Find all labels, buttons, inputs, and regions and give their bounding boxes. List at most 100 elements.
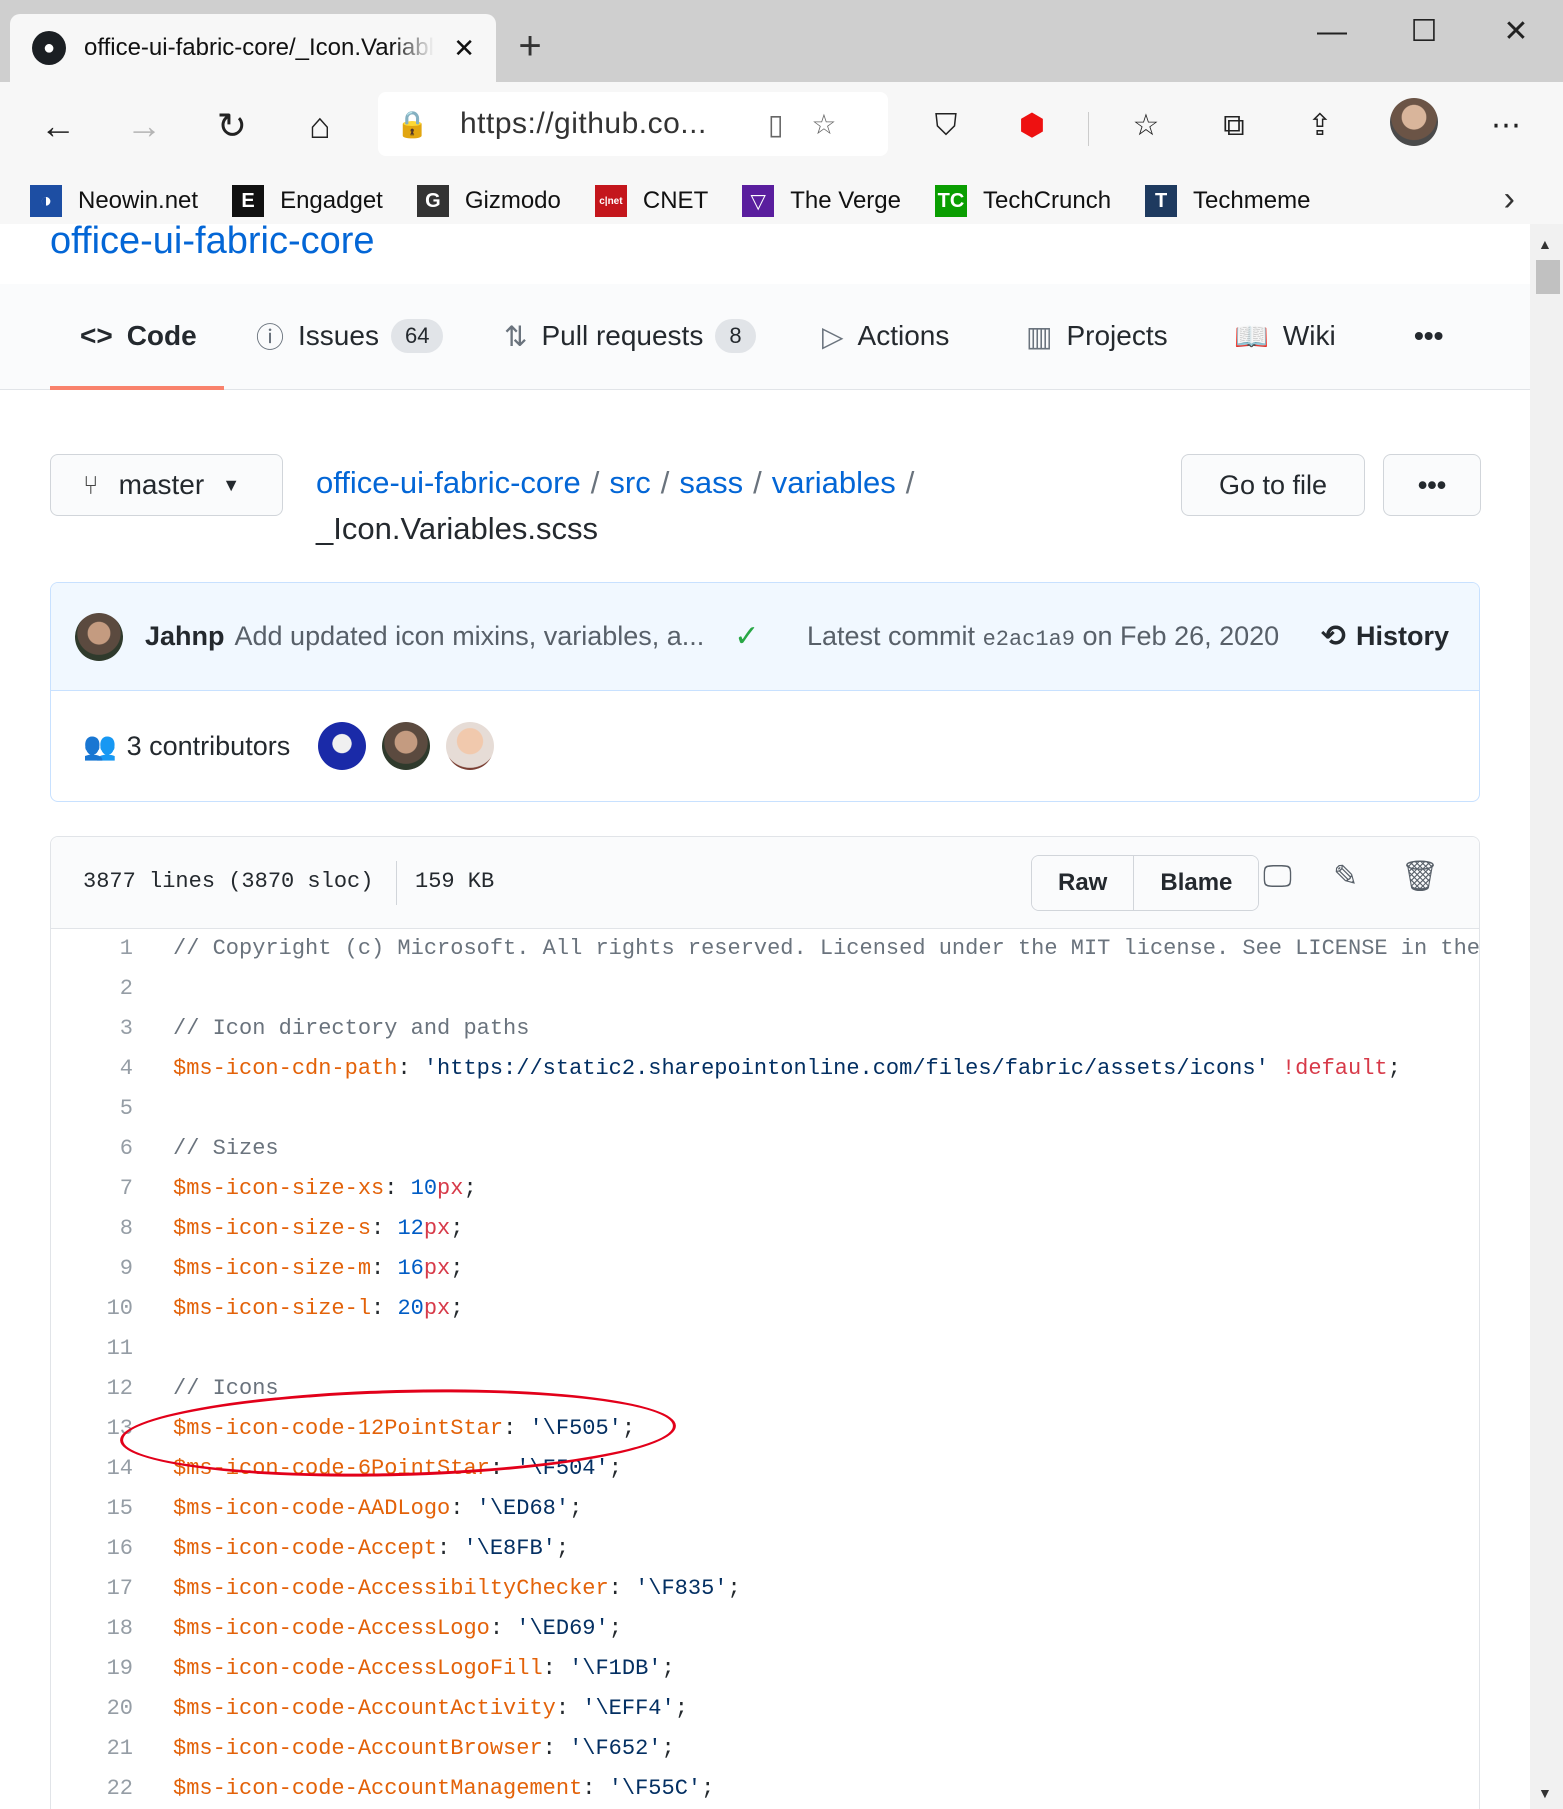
tab-issues[interactable]: ⓘ Issues 64 [256, 314, 444, 358]
file-more-button[interactable]: ••• [1383, 454, 1481, 516]
code-token: $ms-icon-code-AccessibiltyChecker [173, 1576, 609, 1601]
line-number[interactable]: 22 [51, 1769, 133, 1809]
line-number[interactable]: 6 [51, 1129, 133, 1169]
raw-button[interactable]: Raw [1032, 856, 1134, 910]
bookmark-gizmodo[interactable]: G Gizmodo [416, 185, 561, 217]
pencil-icon[interactable]: ✎ [1333, 859, 1358, 894]
lock-icon: 🔒 [396, 108, 429, 139]
address-bar[interactable]: 🔒 https://github.co... ▯ ☆ [378, 92, 888, 156]
back-icon[interactable]: ← [28, 100, 88, 152]
author-avatar[interactable] [75, 612, 123, 661]
favorites-icon[interactable]: ☆ [1118, 100, 1174, 152]
commit-author[interactable]: Jahnp [145, 621, 225, 652]
scroll-up-arrow-icon[interactable]: ▲ [1538, 236, 1552, 252]
line-number[interactable]: 16 [51, 1529, 133, 1569]
repo-more-menu-icon[interactable]: ••• [1414, 314, 1443, 358]
go-to-file-button[interactable]: Go to file [1181, 454, 1365, 516]
line-number[interactable]: 14 [51, 1449, 133, 1489]
history-link[interactable]: ⟲ History [1321, 619, 1449, 654]
line-number[interactable]: 11 [51, 1329, 133, 1369]
bookmark-the-verge[interactable]: ▽ The Verge [742, 185, 901, 217]
desktop-icon[interactable]: 🖵 [1263, 859, 1292, 894]
tab-code[interactable]: <> Code [80, 314, 197, 358]
blame-button[interactable]: Blame [1133, 856, 1259, 910]
code-token: $ms-icon-code-AccessLogoFill [173, 1656, 543, 1681]
code-token: px [423, 1256, 451, 1281]
branch-select-button[interactable]: ⑂ master ▼ [50, 454, 283, 516]
bookmark-techcrunch[interactable]: TC TechCrunch [934, 185, 1111, 217]
line-number[interactable]: 21 [51, 1729, 133, 1769]
contributor-avatar[interactable] [318, 722, 367, 770]
line-number[interactable]: 8 [51, 1209, 133, 1249]
line-number[interactable]: 9 [51, 1249, 133, 1289]
bookmark-engadget[interactable]: E Engadget [232, 185, 383, 217]
minimize-button[interactable]: — [1302, 10, 1362, 54]
bookmark-neowin-net[interactable]: ◑ Neowin.net [30, 185, 198, 217]
neowin-icon: ◑ [30, 185, 62, 217]
line-number[interactable]: 7 [51, 1169, 133, 1209]
commit-message[interactable]: Add updated icon mixins, variables, a... [235, 621, 705, 652]
adblock-extension-icon[interactable]: ⬢ [1004, 100, 1060, 152]
collections-icon[interactable]: ⧉ [1206, 100, 1262, 152]
line-number[interactable]: 12 [51, 1369, 133, 1409]
home-icon[interactable]: ⌂ [290, 100, 350, 152]
breadcrumb-src[interactable]: src [609, 465, 650, 500]
contributors-count[interactable]: 3 contributors [127, 731, 291, 762]
line-number[interactable]: 10 [51, 1289, 133, 1329]
line-number[interactable]: 1 [51, 929, 133, 969]
file-header-divider [396, 861, 397, 905]
line-number[interactable]: 19 [51, 1649, 133, 1689]
check-icon[interactable]: ✓ [734, 619, 759, 654]
contributor-avatar[interactable] [382, 722, 431, 770]
line-number[interactable]: 2 [51, 969, 133, 1009]
commit-sha[interactable]: e2ac1a9 [983, 627, 1075, 652]
line-number[interactable]: 4 [51, 1049, 133, 1089]
breadcrumb-repo[interactable]: office-ui-fabric-core [316, 465, 581, 500]
tab-actions[interactable]: ▷ Actions [822, 314, 949, 358]
breadcrumb-sass[interactable]: sass [679, 465, 743, 500]
repo-name-link[interactable]: office-ui-fabric-core [50, 224, 375, 263]
profile-avatar[interactable] [1390, 98, 1438, 146]
maximize-button[interactable]: ☐ [1394, 10, 1454, 54]
shield-extension-icon[interactable]: ⛉ [918, 100, 974, 152]
bookmark-cnet[interactable]: c|net CNET [594, 185, 708, 217]
page-scrollbar[interactable]: ▲ ▼ [1530, 224, 1563, 1809]
code-token: ; [701, 1776, 715, 1801]
bookmark-techmeme[interactable]: T Techmeme [1145, 185, 1310, 217]
line-number[interactable]: 5 [51, 1089, 133, 1129]
code-token: '\F835' [635, 1576, 728, 1601]
scroll-thumb[interactable] [1536, 260, 1560, 294]
share-icon[interactable]: ⇪ [1292, 100, 1348, 152]
breadcrumb-variables[interactable]: variables [772, 465, 896, 500]
favorite-star-icon[interactable]: ☆ [811, 108, 836, 141]
tab-close-icon[interactable]: ✕ [448, 33, 480, 64]
tab-pull-requests[interactable]: ⇅ Pull requests 8 [504, 314, 756, 358]
new-tab-button[interactable]: + [508, 24, 552, 68]
line-number[interactable]: 20 [51, 1689, 133, 1729]
line-number[interactable]: 17 [51, 1569, 133, 1609]
bookmark-label: Neowin.net [78, 187, 199, 214]
techcrunch-icon: TC [934, 185, 967, 217]
line-number[interactable]: 3 [51, 1009, 133, 1049]
code-token: $ms-icon-code-AccountActivity [173, 1696, 556, 1721]
tab-projects[interactable]: ▥ Projects [1026, 314, 1168, 358]
reader-mode-icon[interactable]: ▯ [768, 108, 783, 141]
contributor-avatar[interactable] [446, 722, 495, 770]
tab-count-badge: 8 [715, 319, 756, 353]
bookmarks-chevron-right-icon[interactable]: › [1504, 180, 1515, 219]
refresh-icon[interactable]: ↻ [202, 100, 262, 152]
tab-wiki[interactable]: 📖 Wiki [1234, 314, 1336, 358]
address-url[interactable]: https://github.co... [460, 107, 740, 141]
line-number[interactable]: 13 [51, 1409, 133, 1449]
settings-more-icon[interactable]: ⋯ [1478, 100, 1534, 152]
code-token: : [542, 1736, 570, 1761]
scroll-down-arrow-icon[interactable]: ▼ [1538, 1785, 1552, 1801]
people-icon: 👥 [83, 731, 117, 761]
line-number[interactable]: 18 [51, 1609, 133, 1649]
line-number[interactable]: 15 [51, 1489, 133, 1529]
trash-icon[interactable]: 🗑 [1401, 859, 1439, 894]
forward-icon[interactable]: → [114, 100, 174, 152]
browser-tab[interactable]: ● office-ui-fabric-core/_Icon.Variables.… [10, 14, 496, 82]
close-window-button[interactable]: ✕ [1486, 10, 1546, 54]
